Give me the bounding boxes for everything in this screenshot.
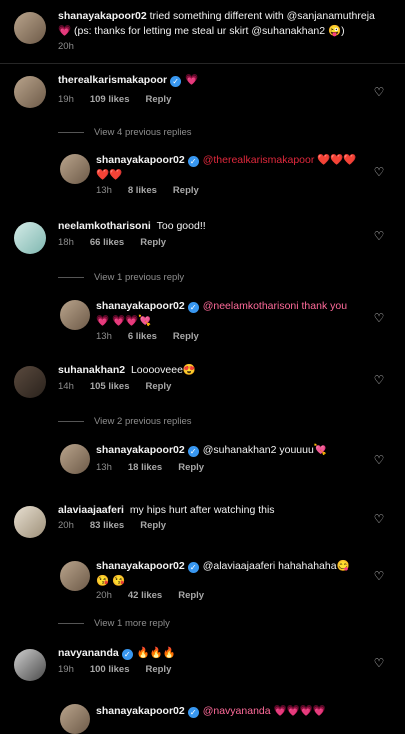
verified-badge-icon: ✓ bbox=[170, 76, 182, 87]
avatar[interactable] bbox=[14, 76, 46, 108]
comment-time: 20h bbox=[96, 590, 112, 601]
comment-time: 20h bbox=[58, 520, 74, 531]
heart-outline-icon[interactable]: ♡ bbox=[373, 166, 385, 178]
comment-item: navyananda ✓ 🔥🔥🔥 19h 100 likes Reply ♡ bbox=[0, 646, 405, 682]
heart-outline-icon[interactable]: ♡ bbox=[373, 230, 385, 242]
comment-time: 19h bbox=[58, 664, 74, 675]
likes-count[interactable]: 83 likes bbox=[90, 520, 124, 531]
heart-outline-icon[interactable]: ♡ bbox=[373, 513, 385, 525]
caption-time: 20h bbox=[58, 41, 74, 52]
comment-text: @suhanakhan2 youuuu💘 bbox=[202, 444, 327, 456]
avatar[interactable] bbox=[60, 154, 90, 184]
reply-item: shanayakapoor02 ✓ @suhanakhan2 youuuu💘 13h… bbox=[0, 442, 405, 477]
comment-item: suhanakhan2 Looooveee😍 14h 105 likes Reply… bbox=[0, 362, 405, 402]
comment-username[interactable]: alaviaajaaferi bbox=[58, 504, 124, 516]
reply-item: shanayakapoor02 ✓ @therealkarismakapoor ❤️… bbox=[0, 150, 405, 196]
comment-time: 13h bbox=[96, 462, 112, 473]
verified-badge-icon: ✓ bbox=[187, 302, 199, 313]
heart-outline-icon[interactable]: ♡ bbox=[373, 657, 385, 669]
verified-badge-icon: ✓ bbox=[187, 562, 199, 573]
comment-username[interactable]: shanayakapoor02 bbox=[96, 444, 185, 456]
comment-username[interactable]: suhanakhan2 bbox=[58, 364, 125, 376]
reply-button[interactable]: Reply bbox=[140, 520, 166, 531]
likes-count[interactable]: 42 likes bbox=[128, 590, 162, 601]
reply-button[interactable]: Reply bbox=[173, 185, 199, 196]
avatar[interactable] bbox=[60, 300, 90, 330]
view-replies-button[interactable]: View 1 previous reply bbox=[58, 272, 184, 283]
avatar[interactable] bbox=[60, 561, 90, 591]
avatar[interactable] bbox=[60, 704, 90, 734]
reply-button[interactable]: Reply bbox=[178, 590, 204, 601]
verified-badge-icon: ✓ bbox=[187, 707, 199, 718]
heart-outline-icon[interactable]: ♡ bbox=[373, 570, 385, 582]
reply-item: shanayakapoor02 ✓ @navyananda 💗💗💗💗 bbox=[0, 702, 405, 734]
caption-text: shanayakapoor02 tried something differen… bbox=[58, 9, 388, 39]
avatar[interactable] bbox=[14, 649, 46, 681]
comment-time: 14h bbox=[58, 381, 74, 392]
verified-badge-icon: ✓ bbox=[187, 156, 199, 167]
caption: shanayakapoor02 tried something differen… bbox=[0, 0, 405, 56]
reply-button[interactable]: Reply bbox=[178, 462, 204, 473]
comment-username[interactable]: shanayakapoor02 bbox=[96, 154, 185, 166]
comment-item: alaviaajaaferi my hips hurt after watchi… bbox=[0, 502, 405, 542]
likes-count[interactable]: 66 likes bbox=[90, 237, 124, 248]
comment-text: my hips hurt after watching this bbox=[129, 504, 275, 516]
comment-time: 13h bbox=[96, 331, 112, 342]
verified-badge-icon: ✓ bbox=[121, 649, 133, 660]
likes-count[interactable]: 109 likes bbox=[90, 94, 130, 105]
heart-outline-icon[interactable]: ♡ bbox=[373, 454, 385, 466]
likes-count[interactable]: 105 likes bbox=[90, 381, 130, 392]
comment-text: Looooveee😍 bbox=[130, 364, 196, 376]
comment-username[interactable]: shanayakapoor02 bbox=[96, 705, 185, 717]
likes-count[interactable]: 100 likes bbox=[90, 664, 130, 675]
comment-item: therealkarismakapoor ✓ 💗 19h 109 likes Reply… bbox=[0, 72, 405, 112]
comment-username[interactable]: navyananda bbox=[58, 647, 119, 659]
comment-text: 🔥🔥🔥 bbox=[136, 647, 176, 659]
comment-text: @navyananda 💗💗💗💗 bbox=[202, 705, 326, 717]
avatar[interactable] bbox=[14, 506, 46, 538]
comment-username[interactable]: neelamkotharisoni bbox=[58, 220, 151, 232]
reply-item: shanayakapoor02 ✓ @neelamkotharisoni thank… bbox=[0, 296, 405, 342]
reply-button[interactable]: Reply bbox=[145, 664, 171, 675]
avatar[interactable] bbox=[14, 366, 46, 398]
likes-count[interactable]: 6 likes bbox=[128, 331, 157, 342]
heart-outline-icon[interactable]: ♡ bbox=[373, 374, 385, 386]
reply-button[interactable]: Reply bbox=[140, 237, 166, 248]
reply-button[interactable]: Reply bbox=[173, 331, 199, 342]
likes-count[interactable]: 8 likes bbox=[128, 185, 157, 196]
comment-username[interactable]: shanayakapoor02 bbox=[96, 560, 185, 572]
reply-item: shanayakapoor02 ✓ @alaviaajaaferi hahahaha… bbox=[0, 559, 405, 604]
view-replies-button[interactable]: View 4 previous replies bbox=[58, 127, 192, 138]
view-replies-button[interactable]: View 1 more reply bbox=[58, 618, 170, 629]
avatar[interactable] bbox=[14, 12, 46, 44]
comment-text: 💗 bbox=[185, 74, 199, 86]
comment-username[interactable]: shanayakapoor02 bbox=[96, 300, 185, 312]
comment-time: 13h bbox=[96, 185, 112, 196]
view-replies-button[interactable]: View 2 previous replies bbox=[58, 416, 192, 427]
divider bbox=[0, 63, 405, 64]
comment-time: 19h bbox=[58, 94, 74, 105]
comment-text: Too good!! bbox=[156, 220, 206, 232]
heart-outline-icon[interactable]: ♡ bbox=[373, 86, 385, 98]
caption-username[interactable]: shanayakapoor02 bbox=[58, 10, 147, 22]
avatar[interactable] bbox=[60, 444, 90, 474]
reply-button[interactable]: Reply bbox=[145, 381, 171, 392]
comment-item: neelamkotharisoni Too good!! 18h 66 likes… bbox=[0, 218, 405, 258]
reply-button[interactable]: Reply bbox=[145, 94, 171, 105]
likes-count[interactable]: 18 likes bbox=[128, 462, 162, 473]
comment-time: 18h bbox=[58, 237, 74, 248]
comment-username[interactable]: therealkarismakapoor bbox=[58, 74, 167, 86]
verified-badge-icon: ✓ bbox=[187, 446, 199, 457]
heart-outline-icon[interactable]: ♡ bbox=[373, 312, 385, 324]
avatar[interactable] bbox=[14, 222, 46, 254]
